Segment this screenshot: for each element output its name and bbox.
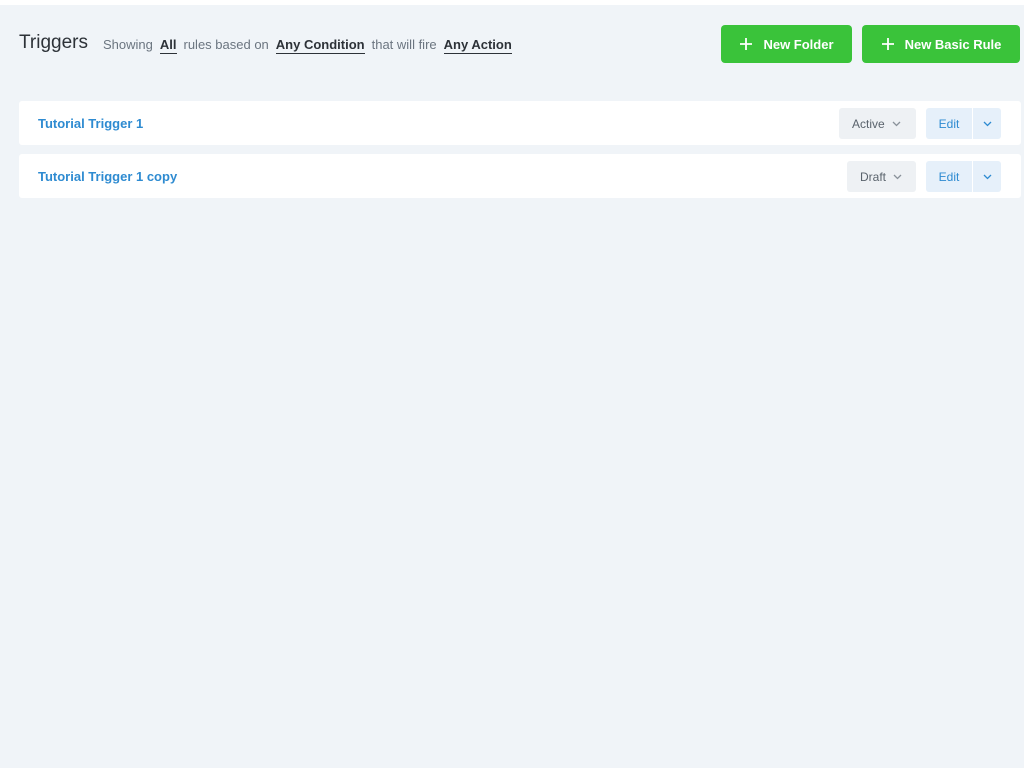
- new-basic-rule-label: New Basic Rule: [904, 36, 1002, 52]
- rules-based-on-label: rules based on: [183, 37, 269, 52]
- scope-filter-dropdown[interactable]: All: [159, 37, 177, 54]
- chevron-down-icon: [983, 174, 991, 179]
- filter-sentence: Showing All rules based on Any Condition…: [103, 37, 512, 54]
- plus-icon: [740, 38, 753, 50]
- that-will-fire-label: that will fire: [371, 37, 437, 52]
- action-filter-dropdown[interactable]: Any Action: [443, 37, 512, 54]
- chevron-down-icon: [983, 121, 991, 126]
- status-label: Active: [852, 116, 885, 131]
- rule-row: Tutorial Trigger 1 copy Draft Edit: [19, 154, 1021, 198]
- status-dropdown[interactable]: Active: [839, 108, 916, 139]
- new-folder-label: New Folder: [763, 36, 834, 52]
- status-dropdown[interactable]: Draft: [847, 161, 916, 192]
- new-folder-button[interactable]: New Folder: [721, 25, 852, 63]
- edit-options-dropdown[interactable]: [973, 161, 1001, 192]
- triggers-page: Triggers Showing All rules based on Any …: [0, 5, 1024, 768]
- plus-icon: [881, 38, 894, 50]
- status-label: Draft: [860, 169, 887, 184]
- chevron-down-icon: [893, 174, 902, 179]
- chevron-down-icon: [892, 121, 901, 126]
- edit-button[interactable]: Edit: [926, 108, 972, 139]
- page-title: Triggers: [19, 32, 88, 53]
- new-basic-rule-button[interactable]: New Basic Rule: [862, 25, 1020, 63]
- condition-filter-dropdown[interactable]: Any Condition: [275, 37, 365, 54]
- edit-button-group: Edit: [926, 108, 1001, 139]
- rule-row: Tutorial Trigger 1 Active Edit: [19, 101, 1021, 145]
- rule-name-link[interactable]: Tutorial Trigger 1 copy: [38, 169, 177, 184]
- rule-name-link[interactable]: Tutorial Trigger 1: [38, 116, 143, 131]
- edit-options-dropdown[interactable]: [973, 108, 1001, 139]
- edit-button[interactable]: Edit: [926, 161, 972, 192]
- page-header: Triggers Showing All rules based on Any …: [19, 25, 1020, 65]
- edit-button-group: Edit: [926, 161, 1001, 192]
- showing-label: Showing: [103, 37, 153, 52]
